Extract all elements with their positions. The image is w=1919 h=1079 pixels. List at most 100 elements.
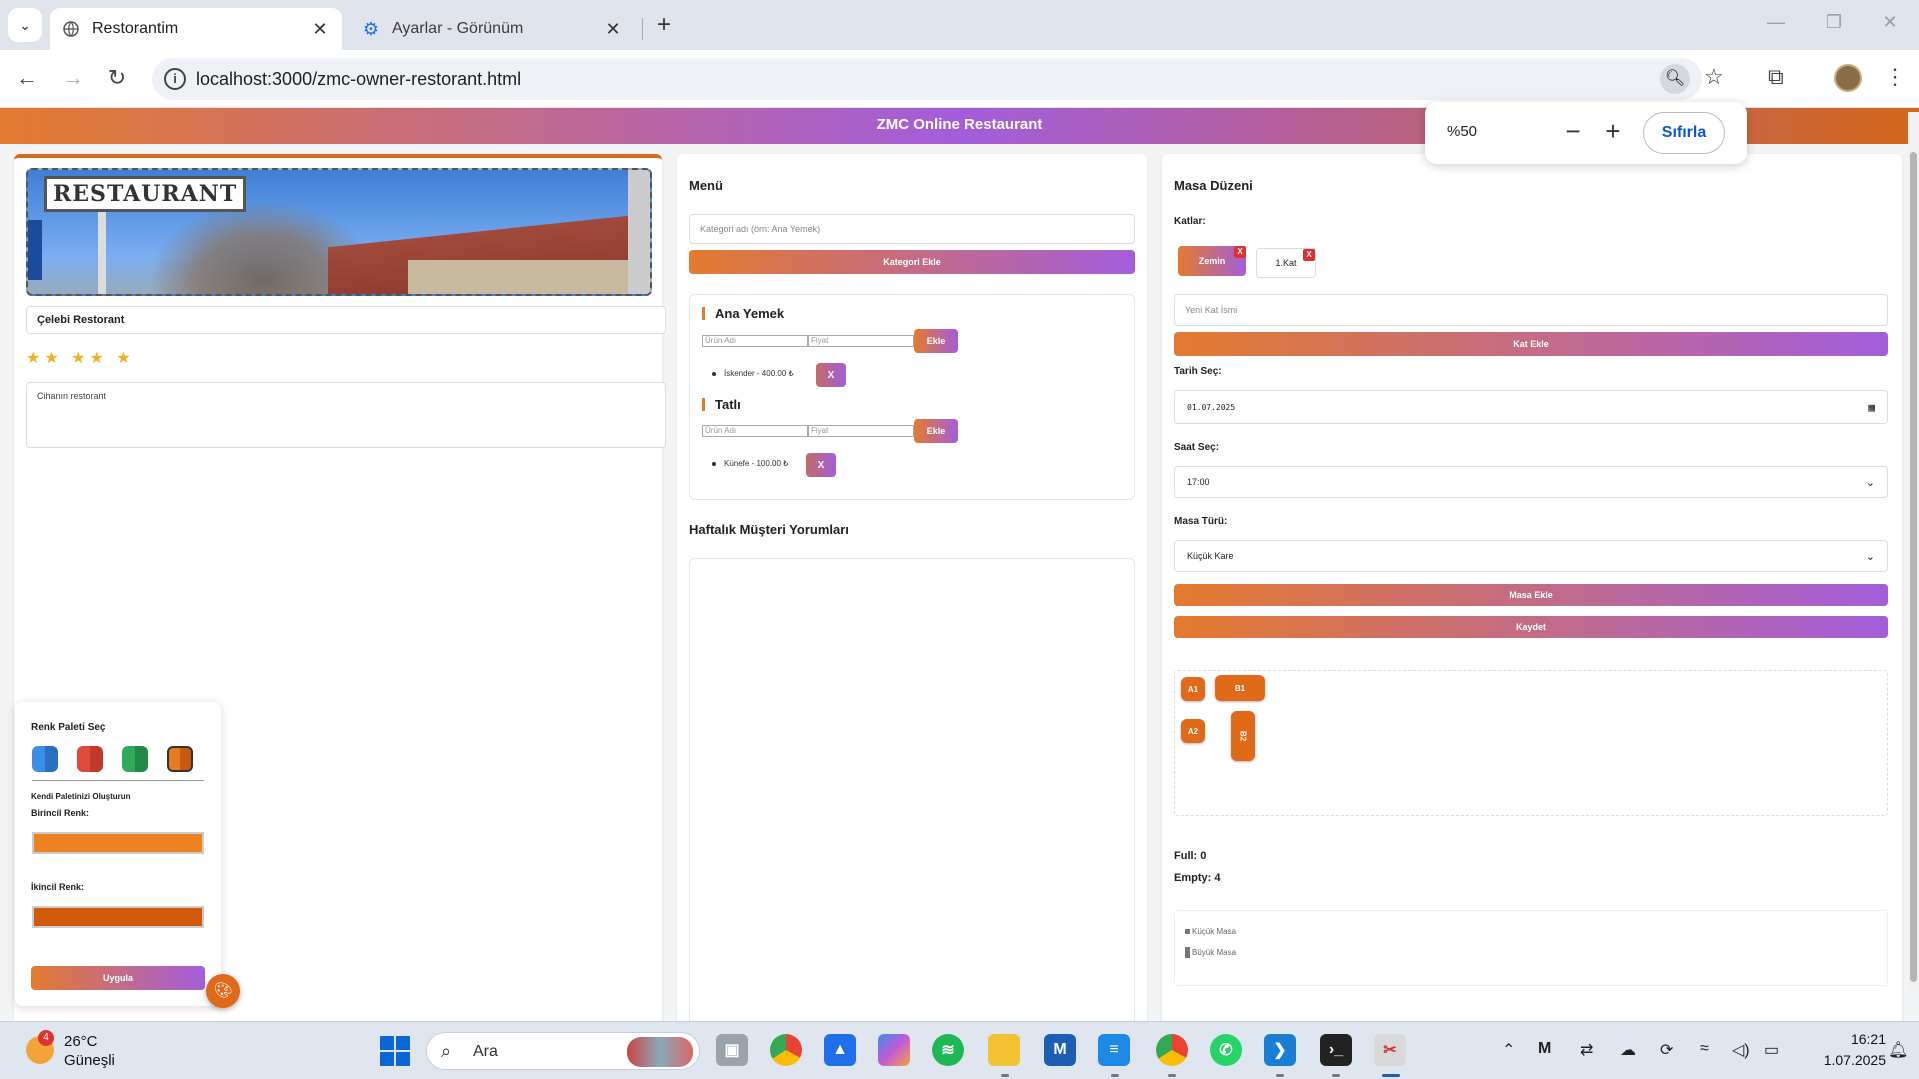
page-scrollbar[interactable] — [1908, 112, 1919, 992]
product-price-input[interactable]: Fiyat — [808, 425, 914, 437]
custom-palette-title: Kendi Paletinizi Oluşturun — [31, 792, 131, 801]
add-product-button[interactable]: Ekle — [914, 329, 958, 353]
address-bar[interactable]: i localhost:3000/zmc-owner-restorant.htm… — [152, 58, 1724, 100]
windows-start-icon[interactable] — [380, 1036, 410, 1066]
clock-time[interactable]: 16:21 — [1832, 1031, 1886, 1047]
tab-ayarlar[interactable]: ⚙ Ayarlar - Görünüm ✕ — [350, 8, 635, 50]
rating-stars[interactable]: ★★ ★★ ★ — [26, 348, 135, 368]
add-category-button[interactable]: Kategori Ekle — [689, 250, 1135, 274]
tab-restorantim[interactable]: Restorantim ✕ — [50, 8, 342, 50]
gear-icon: ⚙ — [362, 18, 380, 39]
close-window-icon[interactable]: ✕ — [1870, 12, 1910, 33]
category-name-input[interactable]: Kategori adı (örn: Ana Yemek) — [689, 214, 1135, 244]
chevron-up-icon[interactable]: ⌃ — [1502, 1040, 1515, 1060]
add-product-button[interactable]: Ekle — [914, 419, 958, 443]
copilot-icon[interactable] — [878, 1034, 910, 1066]
zoom-icon[interactable]: 🔍︎ — [1660, 64, 1690, 94]
swatch-blue[interactable] — [32, 746, 58, 772]
zoom-in-button[interactable]: + — [1597, 116, 1629, 148]
extensions-icon[interactable]: ⧉ — [1768, 64, 1784, 90]
chrome-icon[interactable] — [770, 1034, 802, 1066]
apply-palette-button[interactable]: Uygula — [31, 966, 205, 990]
zoom-out-button[interactable]: − — [1557, 116, 1589, 148]
table-b2[interactable]: B2 — [1231, 711, 1255, 761]
date-input[interactable]: 01.07.2025 ▦ — [1174, 390, 1888, 424]
remove-item-button[interactable]: X — [806, 453, 836, 477]
close-tab-icon[interactable]: ✕ — [603, 19, 623, 40]
table-type-select[interactable]: Küçük Kare ⌄ — [1174, 540, 1888, 572]
tab-separator — [642, 18, 643, 40]
spotify-icon[interactable]: ≋ — [932, 1034, 964, 1066]
product-name-input[interactable]: Ürün Adı — [702, 425, 808, 437]
full-count: Full: 0 — [1174, 850, 1207, 862]
m-app-icon[interactable]: M — [1044, 1034, 1076, 1066]
legend-label: Büyük Masa — [1192, 948, 1237, 957]
sync-icon[interactable]: ⟳ — [1660, 1040, 1673, 1060]
url-text[interactable]: localhost:3000/zmc-owner-restorant.html — [196, 69, 521, 90]
back-icon[interactable]: ← — [12, 64, 42, 94]
m-tray-icon[interactable]: M — [1538, 1040, 1551, 1058]
notepad-icon[interactable]: ≡ — [1098, 1034, 1130, 1066]
volume-icon[interactable]: ◁) — [1732, 1040, 1750, 1060]
zoom-reset-button[interactable]: Sıfırla — [1643, 112, 1725, 154]
clock-date[interactable]: 1.07.2025 — [1800, 1052, 1886, 1068]
whatsapp-icon[interactable]: ✆ — [1210, 1034, 1242, 1066]
calendar-icon[interactable]: ▦ — [1868, 401, 1875, 414]
file-explorer-icon[interactable] — [988, 1034, 1020, 1066]
product-price-input[interactable]: Fiyat — [808, 335, 914, 347]
snipping-tool-icon[interactable]: ✂ — [1374, 1034, 1406, 1066]
tab-search-button[interactable]: ⌄ — [8, 8, 42, 42]
floor-tag-1-kat[interactable]: 1.Kat X — [1256, 248, 1316, 278]
floor-name: 1.Kat — [1275, 258, 1297, 268]
profile-avatar[interactable] — [1834, 64, 1862, 92]
remove-item-button[interactable]: X — [816, 363, 846, 387]
battery-icon[interactable]: ▭ — [1764, 1040, 1779, 1060]
restaurant-photo[interactable]: RESTAURANT — [26, 168, 652, 296]
task-view-icon[interactable]: ▣ — [716, 1034, 748, 1066]
wifi-icon[interactable]: ≈ — [1700, 1040, 1709, 1058]
notifications-bell-icon[interactable]: 🔔︎ — [1888, 1040, 1908, 1060]
chrome-profile-icon[interactable] — [1156, 1034, 1188, 1066]
remove-floor-button[interactable]: X — [1303, 249, 1315, 261]
floor-tag-zemin[interactable]: Zemin X — [1178, 246, 1246, 276]
site-info-icon[interactable]: i — [164, 68, 186, 90]
add-floor-button[interactable]: Kat Ekle — [1174, 332, 1888, 356]
save-button[interactable]: Kaydet — [1174, 616, 1888, 638]
scroll-thumb[interactable] — [1910, 152, 1917, 982]
restore-icon[interactable]: ❐ — [1814, 12, 1854, 33]
add-table-button[interactable]: Masa Ekle — [1174, 584, 1888, 606]
weather-condition[interactable]: Güneşli — [64, 1052, 115, 1069]
new-tab-button[interactable]: + — [650, 12, 678, 40]
table-a1[interactable]: A1 — [1181, 677, 1205, 701]
table-a2[interactable]: A2 — [1181, 719, 1205, 743]
close-tab-icon[interactable]: ✕ — [310, 19, 330, 40]
taskbar-search[interactable]: ⌕ Ara — [426, 1032, 700, 1070]
restaurant-name-field[interactable]: Çelebi Restorant — [26, 306, 666, 334]
vscode-icon[interactable]: ❯ — [1264, 1034, 1296, 1066]
running-indicator — [1001, 1074, 1009, 1077]
primary-color-input[interactable] — [32, 832, 204, 854]
more-menu-icon[interactable]: ⋮ — [1884, 64, 1906, 90]
bookmark-star-icon[interactable]: ☆ — [1704, 64, 1724, 90]
forward-icon[interactable]: → — [58, 64, 88, 94]
reload-icon[interactable]: ↻ — [102, 64, 132, 94]
cloud-icon[interactable]: ☁ — [1620, 1040, 1636, 1060]
store-icon[interactable]: ▲ — [824, 1034, 856, 1066]
list-item: İskender - 400.00 ₺ — [712, 369, 794, 378]
swatch-red[interactable] — [77, 746, 103, 772]
weather-temperature[interactable]: 26°C — [64, 1033, 98, 1050]
swatch-green[interactable] — [122, 746, 148, 772]
table-b1[interactable]: B1 — [1215, 675, 1265, 701]
product-name-input[interactable]: Ürün Adı — [702, 335, 808, 347]
new-floor-input[interactable]: Yeni Kat İsmi — [1174, 294, 1888, 326]
terminal-icon[interactable]: ›_ — [1320, 1034, 1352, 1066]
palette-toggle-button[interactable]: 🎨︎ — [206, 974, 240, 1008]
settings-sliders-icon[interactable]: ⇄ — [1580, 1040, 1593, 1060]
remove-floor-button[interactable]: X — [1234, 246, 1246, 258]
swatch-orange[interactable] — [167, 746, 193, 772]
restaurant-description-field[interactable]: Cihanın restorant — [26, 382, 666, 448]
minimize-icon[interactable]: — — [1756, 12, 1796, 33]
table-plan-area[interactable]: A1 B1 A2 B2 — [1174, 670, 1888, 816]
secondary-color-input[interactable] — [32, 906, 204, 928]
time-select[interactable]: 17:00 ⌄ — [1174, 466, 1888, 498]
